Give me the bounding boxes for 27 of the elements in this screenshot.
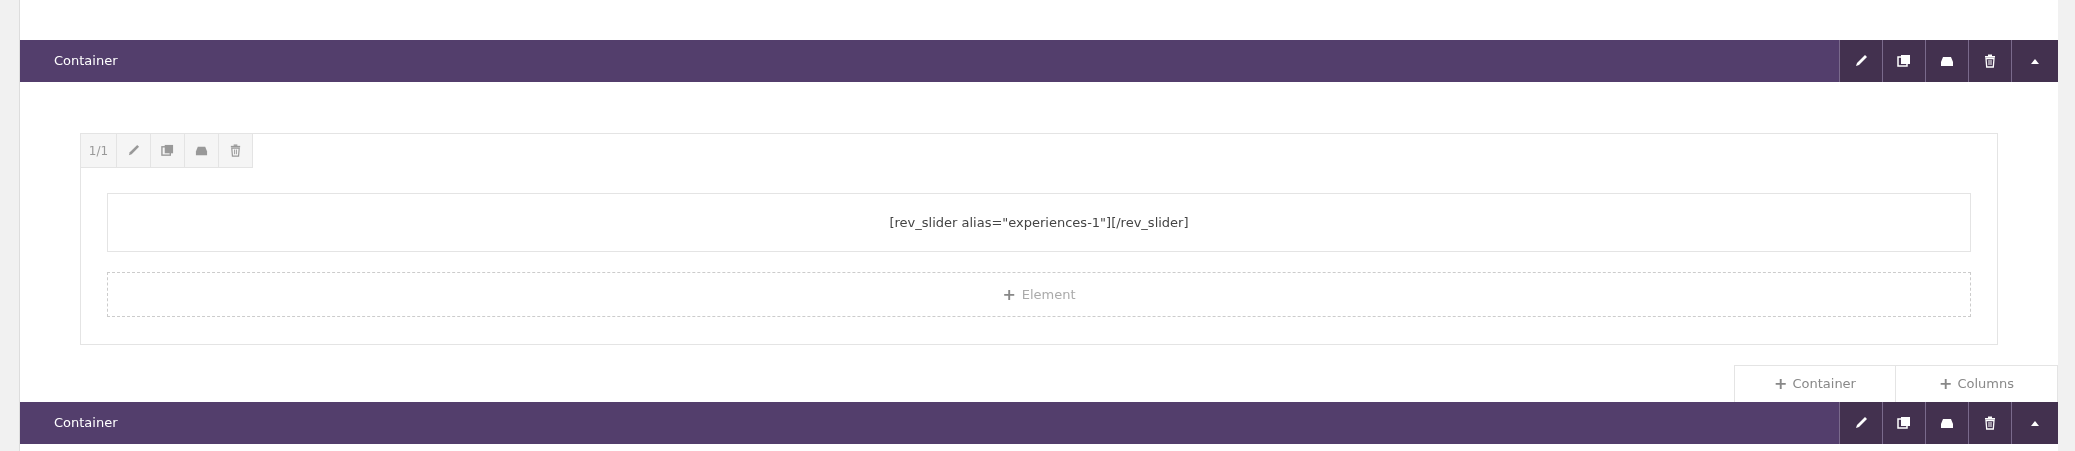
drive-icon [1940, 416, 1954, 430]
edit-button[interactable] [1839, 402, 1882, 444]
pencil-icon [1854, 54, 1868, 68]
copy-icon [161, 144, 174, 157]
save-button[interactable] [1925, 40, 1968, 82]
trash-icon [229, 144, 242, 157]
container-title: Container [53, 414, 119, 433]
drive-icon [1940, 54, 1954, 68]
add-element-button[interactable]: + Element [107, 272, 1971, 317]
delete-button[interactable] [1968, 40, 2011, 82]
pencil-icon [1854, 416, 1868, 430]
container-title: Container [53, 52, 119, 71]
add-columns-button[interactable]: + Columns [1896, 365, 2058, 402]
delete-button[interactable] [1968, 402, 2011, 444]
pencil-icon [127, 144, 140, 157]
duplicate-button[interactable] [1882, 40, 1925, 82]
trash-icon [1983, 416, 1997, 430]
add-container-button[interactable]: + Container [1734, 365, 1896, 402]
edit-button[interactable] [1839, 40, 1882, 82]
drive-icon [195, 144, 208, 157]
duplicate-button[interactable] [1882, 402, 1925, 444]
shortcode-element[interactable]: [rev_slider alias="experiences-1"][/rev_slider] [107, 193, 1971, 252]
column-width-button[interactable]: 1/1 [81, 134, 117, 168]
copy-icon [1897, 416, 1911, 430]
save-button[interactable] [1925, 402, 1968, 444]
trash-icon [1983, 54, 1997, 68]
copy-icon [1897, 54, 1911, 68]
